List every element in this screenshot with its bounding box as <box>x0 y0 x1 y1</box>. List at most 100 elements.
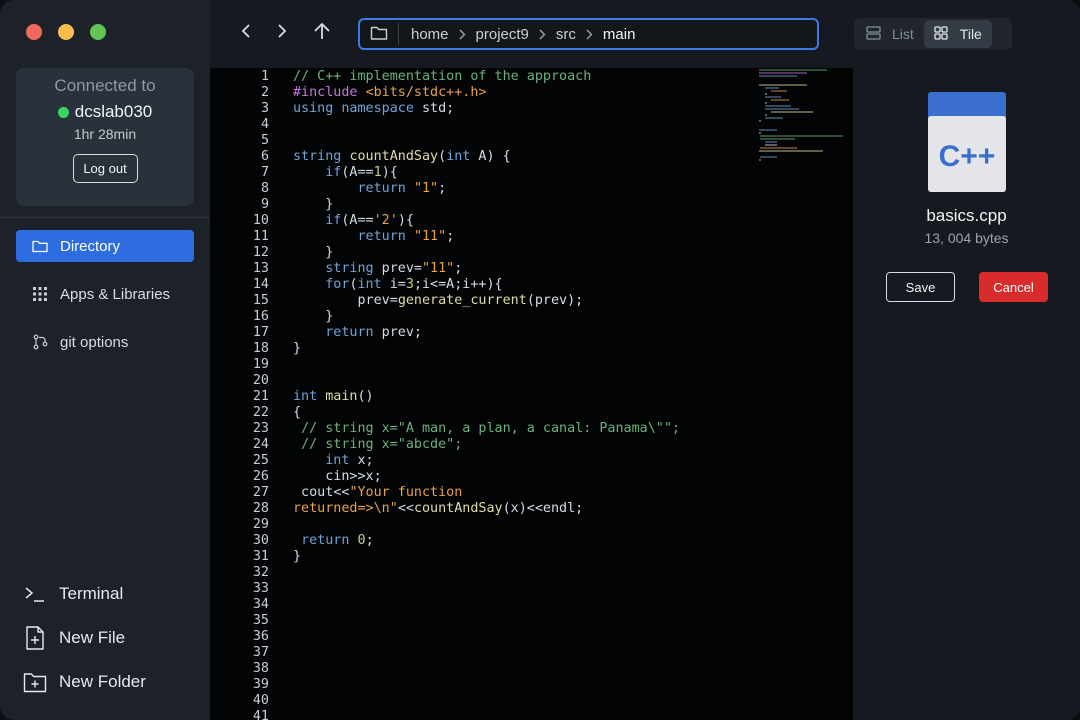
new-file-action[interactable]: New File <box>22 622 146 654</box>
code-line[interactable]: { <box>293 405 680 421</box>
maximize-window-button[interactable] <box>90 24 106 40</box>
code-line[interactable] <box>293 597 680 613</box>
sidebar-item-apps-libraries[interactable]: Apps & Libraries <box>16 278 194 310</box>
code-line[interactable]: prev=generate_current(prev); <box>293 293 680 309</box>
code-line[interactable] <box>293 133 680 149</box>
line-number: 8 <box>260 181 269 196</box>
code-line[interactable]: } <box>293 245 680 261</box>
code-line[interactable]: // string x="abcde"; <box>293 437 680 453</box>
code-line[interactable]: cout<<"Your function <box>293 485 680 501</box>
code-line[interactable]: string prev="11"; <box>293 261 680 277</box>
action-label: New File <box>59 628 126 647</box>
arrow-up-icon <box>313 22 331 45</box>
code-line[interactable]: return "1"; <box>293 181 680 197</box>
code-line[interactable] <box>293 693 680 709</box>
sidebar-item-directory[interactable]: Directory <box>16 230 194 262</box>
code-line[interactable]: if(A==1){ <box>293 165 680 181</box>
code-line[interactable]: return 0; <box>293 533 680 549</box>
code-line[interactable]: int main() <box>293 389 680 405</box>
back-button[interactable] <box>235 22 257 44</box>
line-number-gutter: 1 2 3 4 5 6 7 8 9 10 11 12 13 14 15 16 17 18 19 20 21 22 23 24 2… <box>210 68 270 720</box>
terminal-action[interactable]: Terminal <box>22 578 146 610</box>
new-folder-action[interactable]: New Folder <box>22 666 146 698</box>
breadcrumb-main[interactable]: main <box>603 26 636 43</box>
close-window-button[interactable] <box>26 24 42 40</box>
breadcrumb-project9[interactable]: project9 <box>476 26 529 43</box>
minimize-window-button[interactable] <box>58 24 74 40</box>
toolbar: home project9 src main List Tile <box>210 0 1080 68</box>
code-line[interactable]: return "11"; <box>293 229 680 245</box>
file-details-panel: C++ basics.cpp 13, 004 bytes Save Cancel <box>853 68 1080 720</box>
line-number: 2 <box>260 85 269 100</box>
line-number: 12 <box>252 245 269 260</box>
code-line[interactable] <box>293 661 680 677</box>
line-number: 41 <box>252 709 269 720</box>
terminal-icon <box>22 581 48 607</box>
line-number: 38 <box>252 661 269 676</box>
line-number: 7 <box>260 165 269 180</box>
line-number: 29 <box>252 517 269 532</box>
line-number: 13 <box>252 261 269 276</box>
code-line[interactable]: #include <bits/stdc++.h> <box>293 85 680 101</box>
path-bar[interactable]: home project9 src main <box>358 18 819 50</box>
cpp-file-icon: C++ <box>928 92 1006 192</box>
sidebar-item-git-options[interactable]: git options <box>16 326 194 358</box>
file-type-badge: C++ <box>939 140 996 173</box>
line-number: 1 <box>260 69 269 84</box>
code-line[interactable] <box>293 117 680 133</box>
sidebar-item-label: Apps & Libraries <box>60 285 171 303</box>
code-line[interactable]: for(int i=3;i<=A;i++){ <box>293 277 680 293</box>
cancel-button[interactable]: Cancel <box>979 272 1048 302</box>
code-minimap[interactable] <box>757 68 853 178</box>
code-line[interactable]: // string x="A man, a plan, a canal: Pan… <box>293 421 680 437</box>
code-line[interactable] <box>293 677 680 693</box>
view-tile-button[interactable]: Tile <box>923 20 992 48</box>
code-line[interactable] <box>293 613 680 629</box>
connection-uptime: 1hr 28min <box>73 126 137 142</box>
breadcrumb-src[interactable]: src <box>556 26 576 43</box>
line-number: 17 <box>252 325 269 340</box>
code-line[interactable]: if(A=='2'){ <box>293 213 680 229</box>
code-line[interactable]: } <box>293 309 680 325</box>
code-line[interactable] <box>293 357 680 373</box>
code-line[interactable] <box>293 565 680 581</box>
save-button[interactable]: Save <box>886 272 955 302</box>
up-directory-button[interactable] <box>311 22 333 44</box>
code-line[interactable]: using namespace std; <box>293 101 680 117</box>
code-line[interactable]: } <box>293 197 680 213</box>
code-line[interactable]: return prev; <box>293 325 680 341</box>
breadcrumb-home[interactable]: home <box>411 26 449 43</box>
connection-host-row: dcslab030 <box>16 102 194 122</box>
code-line[interactable]: // C++ implementation of the approach <box>293 69 680 85</box>
sidebar-item-label: git options <box>60 333 129 351</box>
code-line[interactable]: returned=>\n"<<countAndSay(x)<<endl; <box>293 501 680 517</box>
code-content[interactable]: // C++ implementation of the approach #in… <box>293 68 680 720</box>
action-label: New Folder <box>59 672 146 691</box>
sidebar-nav: Directory Apps & Libraries git options <box>16 230 194 374</box>
code-line[interactable]: int x; <box>293 453 680 469</box>
code-line[interactable] <box>293 645 680 661</box>
window-controls <box>26 24 106 40</box>
code-line[interactable]: } <box>293 341 680 357</box>
code-editor[interactable]: 1 2 3 4 5 6 7 8 9 10 11 12 13 14 15 16 17 18 19 20 21 22 23 24 2… <box>210 68 853 720</box>
line-number: 21 <box>252 389 269 404</box>
code-line[interactable]: } <box>293 549 680 565</box>
code-line[interactable]: string countAndSay(int A) { <box>293 149 680 165</box>
code-line[interactable]: cin>>x; <box>293 469 680 485</box>
view-list-button[interactable]: List <box>856 20 924 48</box>
forward-button[interactable] <box>271 22 293 44</box>
line-number: 14 <box>252 277 269 292</box>
line-number: 15 <box>252 293 269 308</box>
code-line[interactable] <box>293 581 680 597</box>
logout-button[interactable]: Log out <box>72 154 138 183</box>
view-toggle: List Tile <box>854 18 1012 50</box>
connection-host: dcslab030 <box>74 102 153 121</box>
line-number: 3 <box>260 101 269 116</box>
code-line[interactable] <box>293 517 680 533</box>
connection-card: Connected to dcslab030 1hr 28min Log out <box>16 68 194 206</box>
code-line[interactable] <box>293 629 680 645</box>
code-line[interactable] <box>293 709 680 720</box>
chevron-left-icon <box>241 23 251 44</box>
line-number: 16 <box>252 309 269 324</box>
code-line[interactable] <box>293 373 680 389</box>
